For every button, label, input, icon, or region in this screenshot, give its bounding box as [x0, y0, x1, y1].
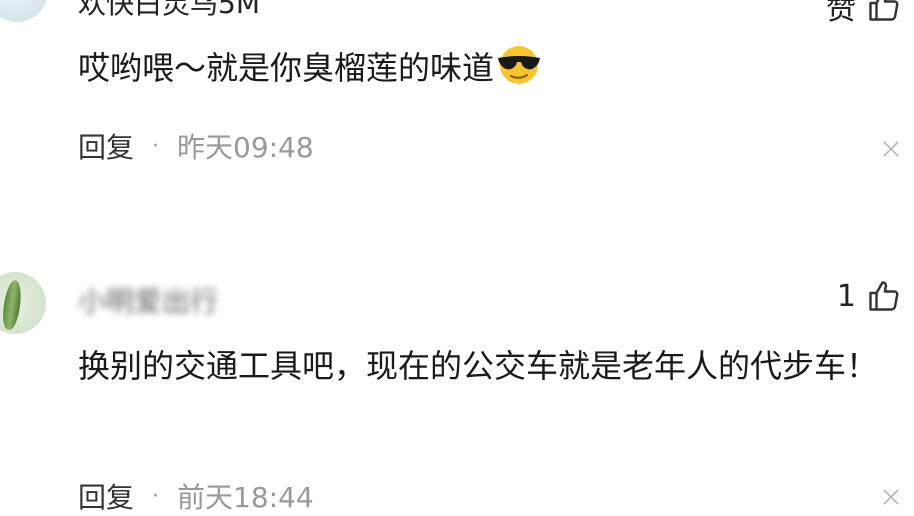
close-icon[interactable]	[882, 488, 900, 506]
comment-username[interactable]: 欢快白灵鸟5M	[78, 0, 260, 22]
reply-button[interactable]: 回复	[78, 476, 134, 516]
comment-meta: 回复 · 昨天09:48	[78, 126, 314, 166]
avatar[interactable]	[0, 0, 48, 22]
like-count: 赞	[826, 0, 856, 27]
comment-item: 小明爱出行 1 换别的交通工具吧，现在的公交车就是老年人的代步车！ 回复 · 前…	[0, 250, 914, 514]
meta-separator: ·	[152, 133, 160, 159]
comment-item: 欢快白灵鸟5M 赞 哎哟喂～就是你臭榴莲的味道 回复 · 昨天09:48	[0, 0, 914, 250]
like-area[interactable]: 赞	[826, 0, 902, 28]
comment-username[interactable]: 小明爱出行	[78, 280, 218, 320]
like-area[interactable]: 1	[837, 278, 902, 314]
comment-time: 前天18:44	[177, 481, 314, 514]
comment-text: 哎哟喂～就是你臭榴莲的味道	[78, 40, 598, 102]
comment-time: 昨天09:48	[177, 131, 314, 164]
comment-text-body: 哎哟喂～就是你臭榴莲的味道	[78, 49, 495, 87]
thumbs-up-icon[interactable]	[866, 0, 902, 24]
comment-meta: 回复 · 前天18:44	[78, 476, 314, 516]
comment-text: 换别的交通工具吧，现在的公交车就是老年人的代步车！	[78, 347, 879, 385]
sunglasses-emoji-icon	[496, 45, 542, 102]
like-count: 1	[836, 278, 856, 314]
avatar[interactable]	[0, 272, 46, 334]
reply-button[interactable]: 回复	[78, 126, 134, 166]
thumbs-up-icon[interactable]	[866, 278, 902, 314]
meta-separator: ·	[152, 483, 160, 509]
close-icon[interactable]	[882, 140, 900, 158]
